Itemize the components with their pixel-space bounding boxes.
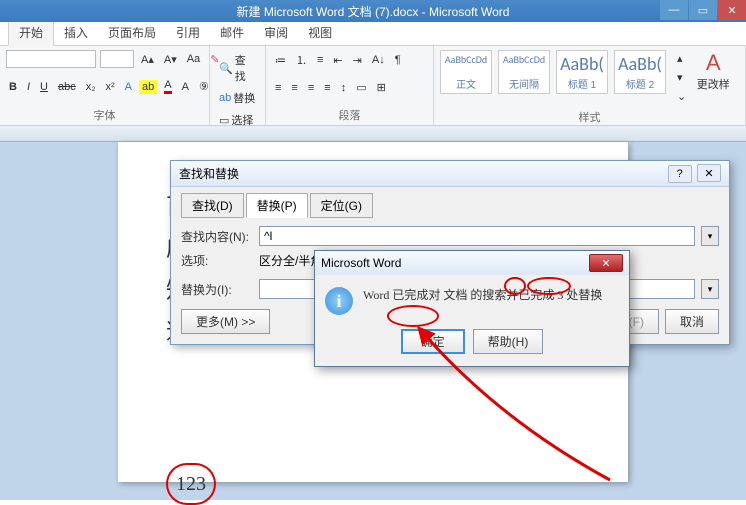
- grow-font-icon[interactable]: A▴: [138, 51, 157, 68]
- dialog-titlebar[interactable]: 查找和替换 ? ✕: [171, 161, 729, 187]
- more-button[interactable]: 更多(M) >>: [181, 309, 270, 334]
- style-normal[interactable]: AaBbCcDd 正文: [440, 50, 492, 94]
- dialog-help-icon[interactable]: ?: [668, 165, 692, 183]
- align-center-icon[interactable]: ≡: [288, 80, 300, 96]
- change-styles-button[interactable]: A 更改样: [693, 50, 733, 92]
- replace-label: 替换为(I):: [181, 281, 253, 298]
- font-family-select[interactable]: [6, 50, 96, 68]
- ok-button[interactable]: 确定: [401, 329, 465, 354]
- show-marks-icon[interactable]: ¶: [392, 52, 404, 68]
- superscript-button[interactable]: x²: [103, 79, 118, 95]
- group-edit: 🔍 查找 ab 替换 ▭ 选择 编辑: [210, 46, 266, 125]
- styles-expand-icon[interactable]: ⌄: [674, 88, 689, 105]
- dialog-tabs: 查找(D) 替换(P) 定位(G): [181, 193, 719, 218]
- minimize-button[interactable]: —: [660, 0, 688, 20]
- strike-button[interactable]: abc: [55, 79, 79, 95]
- style-heading2[interactable]: AaBb( 标题 2: [614, 50, 666, 94]
- dialog-title: 查找和替换: [179, 165, 239, 182]
- tab-insert[interactable]: 插入: [54, 20, 98, 45]
- line-spacing-icon[interactable]: ↕: [338, 80, 350, 96]
- messagebox-title: Microsoft Word: [321, 256, 401, 270]
- close-button[interactable]: ✕: [718, 0, 746, 20]
- messagebox-text: Word 已完成对 文档 的搜索并已完成 3 处替换: [363, 287, 602, 304]
- dialog-close-icon[interactable]: ✕: [697, 164, 721, 182]
- tab-mailings[interactable]: 邮件: [210, 20, 254, 45]
- styles-scroll-down-icon[interactable]: ▾: [674, 69, 689, 86]
- align-left-icon[interactable]: ≡: [272, 80, 284, 96]
- font-size-select[interactable]: [100, 50, 134, 68]
- group-styles: AaBbCcDd 正文 AaBbCcDd 无间隔 AaBb( 标题 1 AaBb…: [434, 46, 746, 125]
- style-nospacing[interactable]: AaBbCcDd 无间隔: [498, 50, 550, 94]
- indent-inc-icon[interactable]: ⇥: [350, 52, 365, 69]
- group-styles-label: 样式: [440, 107, 739, 125]
- group-paragraph: ≔ ⒈ ≡ ⇤ ⇥ A↓ ¶ ≡ ≡ ≡ ≡ ↕ ▭ ⊞ 段落: [266, 46, 434, 125]
- maximize-button[interactable]: ▭: [689, 0, 717, 20]
- styles-scroll-up-icon[interactable]: ▴: [674, 50, 689, 67]
- sort-icon[interactable]: A↓: [369, 52, 388, 68]
- ribbon: A▴ A▾ Aa ✎ B I U abc x₂ x² A ab A A ⑨ 字体…: [0, 46, 746, 126]
- tab-layout[interactable]: 页面布局: [98, 20, 166, 45]
- numbering-icon[interactable]: ⒈: [293, 50, 310, 70]
- group-font-label: 字体: [6, 105, 203, 123]
- options-value: 区分全/半角: [259, 252, 322, 269]
- tab-home[interactable]: 开始: [8, 19, 54, 46]
- replace-button[interactable]: ab 替换: [216, 88, 259, 108]
- window-title: 新建 Microsoft Word 文档 (7).docx - Microsof…: [237, 3, 510, 20]
- replace-dropdown-icon[interactable]: ▾: [701, 279, 719, 299]
- font-color-icon[interactable]: A: [161, 77, 174, 96]
- messagebox-close-icon[interactable]: ✕: [589, 254, 623, 272]
- find-input[interactable]: [259, 226, 695, 246]
- group-para-label: 段落: [272, 105, 427, 123]
- tab-goto[interactable]: 定位(G): [310, 193, 373, 218]
- indent-dec-icon[interactable]: ⇤: [330, 52, 345, 69]
- italic-button[interactable]: I: [24, 79, 33, 95]
- ruler[interactable]: [0, 126, 746, 142]
- bullets-icon[interactable]: ≔: [272, 52, 289, 69]
- shrink-font-icon[interactable]: A▾: [161, 51, 180, 68]
- find-dropdown-icon[interactable]: ▾: [701, 226, 719, 246]
- text-effects-icon[interactable]: A: [122, 79, 135, 95]
- group-font: A▴ A▾ Aa ✎ B I U abc x₂ x² A ab A A ⑨ 字体: [0, 46, 210, 125]
- tab-replace[interactable]: 替换(P): [246, 193, 308, 218]
- char-border-icon[interactable]: A: [179, 79, 192, 95]
- window-controls: — ▭ ✕: [659, 0, 746, 20]
- tab-view[interactable]: 视图: [298, 20, 342, 45]
- help-button[interactable]: 帮助(H): [473, 329, 544, 354]
- highlight-icon[interactable]: ab: [139, 80, 157, 94]
- titlebar: 新建 Microsoft Word 文档 (7).docx - Microsof…: [0, 0, 746, 22]
- options-label: 选项:: [181, 252, 253, 269]
- align-justify-icon[interactable]: ≡: [321, 80, 333, 96]
- shading-icon[interactable]: ▭: [353, 79, 369, 96]
- tab-references[interactable]: 引用: [166, 20, 210, 45]
- style-heading1[interactable]: AaBb( 标题 1: [556, 50, 608, 94]
- find-button[interactable]: 🔍 查找: [216, 50, 259, 86]
- cancel-button[interactable]: 取消: [665, 309, 719, 334]
- tab-find[interactable]: 查找(D): [181, 193, 244, 218]
- change-case-icon[interactable]: Aa: [184, 51, 203, 67]
- find-label: 查找内容(N):: [181, 228, 253, 245]
- multilevel-icon[interactable]: ≡: [314, 52, 326, 68]
- annotated-number: 123: [166, 463, 216, 505]
- borders-icon[interactable]: ⊞: [374, 79, 389, 96]
- ribbon-tabs: 开始 插入 页面布局 引用 邮件 审阅 视图: [0, 22, 746, 46]
- subscript-button[interactable]: x₂: [83, 79, 99, 95]
- align-right-icon[interactable]: ≡: [305, 80, 317, 96]
- messagebox-titlebar[interactable]: Microsoft Word ✕: [315, 251, 629, 275]
- info-icon: i: [325, 287, 353, 315]
- messagebox: Microsoft Word ✕ i Word 已完成对 文档 的搜索并已完成 …: [314, 250, 630, 367]
- tab-review[interactable]: 审阅: [254, 20, 298, 45]
- underline-button[interactable]: U: [37, 79, 51, 95]
- bold-button[interactable]: B: [6, 79, 20, 95]
